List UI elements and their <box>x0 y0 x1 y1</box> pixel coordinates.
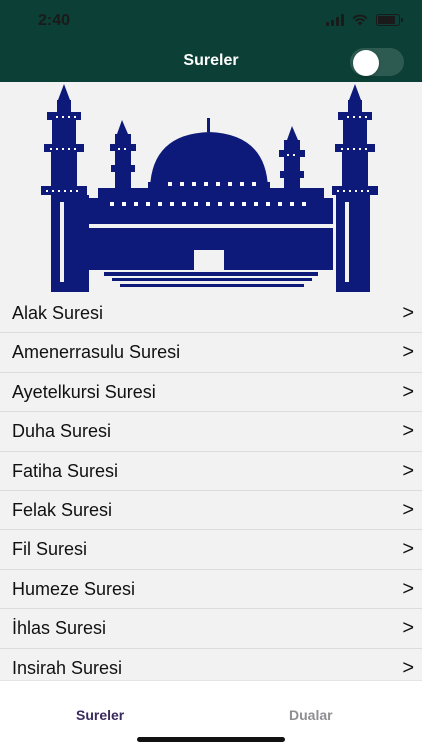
list-item[interactable]: Ayetelkursi Suresi > <box>0 373 422 413</box>
list-item[interactable]: İhlas Suresi > <box>0 609 422 649</box>
chevron-right-icon: > <box>402 538 414 561</box>
list-item-label: Fatiha Suresi <box>12 460 119 481</box>
list-item-label: Humeze Suresi <box>12 578 136 599</box>
mosque-icon <box>41 84 378 292</box>
chevron-right-icon: > <box>402 577 414 600</box>
list-item-label: İhlas Suresi <box>12 618 107 639</box>
status-icons <box>326 14 403 26</box>
chevron-right-icon: > <box>402 380 414 403</box>
list-item[interactable]: Humeze Suresi > <box>0 570 422 610</box>
list-item-label: Insirah Suresi <box>12 657 123 678</box>
chevron-right-icon: > <box>402 302 414 324</box>
list-item-label: Amenerrasulu Suresi <box>12 342 181 363</box>
list-item[interactable]: Felak Suresi > <box>0 491 422 531</box>
chevron-right-icon: > <box>402 617 414 640</box>
chevron-right-icon: > <box>402 341 414 364</box>
list-item[interactable]: Fatiha Suresi > <box>0 452 422 491</box>
theme-toggle[interactable] <box>350 48 404 76</box>
chevron-right-icon: > <box>402 459 414 482</box>
list-item[interactable]: Fil Suresi > <box>0 530 422 570</box>
list-item-label: Felak Suresi <box>12 499 113 520</box>
banner <box>0 82 422 294</box>
list-item[interactable]: Insirah Suresi > <box>0 649 422 680</box>
list-item-label: Alak Suresi <box>12 303 104 323</box>
list-item[interactable]: Amenerrasulu Suresi > <box>0 333 422 373</box>
list-item[interactable]: Duha Suresi > <box>0 412 422 452</box>
list-item-label: Ayetelkursi Suresi <box>12 381 156 402</box>
signal-icon <box>326 14 344 26</box>
chevron-right-icon: > <box>402 498 414 521</box>
list-item-label: Duha Suresi <box>12 421 112 442</box>
tab-dualar[interactable]: Dualar <box>289 707 333 723</box>
tab-sureler[interactable]: Sureler <box>76 707 124 723</box>
list-item-label: Fil Suresi <box>12 539 88 560</box>
chevron-right-icon: > <box>402 656 414 679</box>
surah-list: Alak Suresi > Amenerrasulu Suresi > Ayetel… <box>0 294 422 680</box>
wifi-icon <box>352 14 368 26</box>
battery-icon <box>376 14 403 26</box>
home-indicator[interactable] <box>137 737 285 742</box>
status-bar: 2:40 <box>0 0 422 40</box>
list-item[interactable]: Alak Suresi > <box>0 294 422 334</box>
status-time: 2:40 <box>38 12 71 29</box>
toggle-knob <box>353 50 379 76</box>
chevron-right-icon: > <box>402 420 414 443</box>
